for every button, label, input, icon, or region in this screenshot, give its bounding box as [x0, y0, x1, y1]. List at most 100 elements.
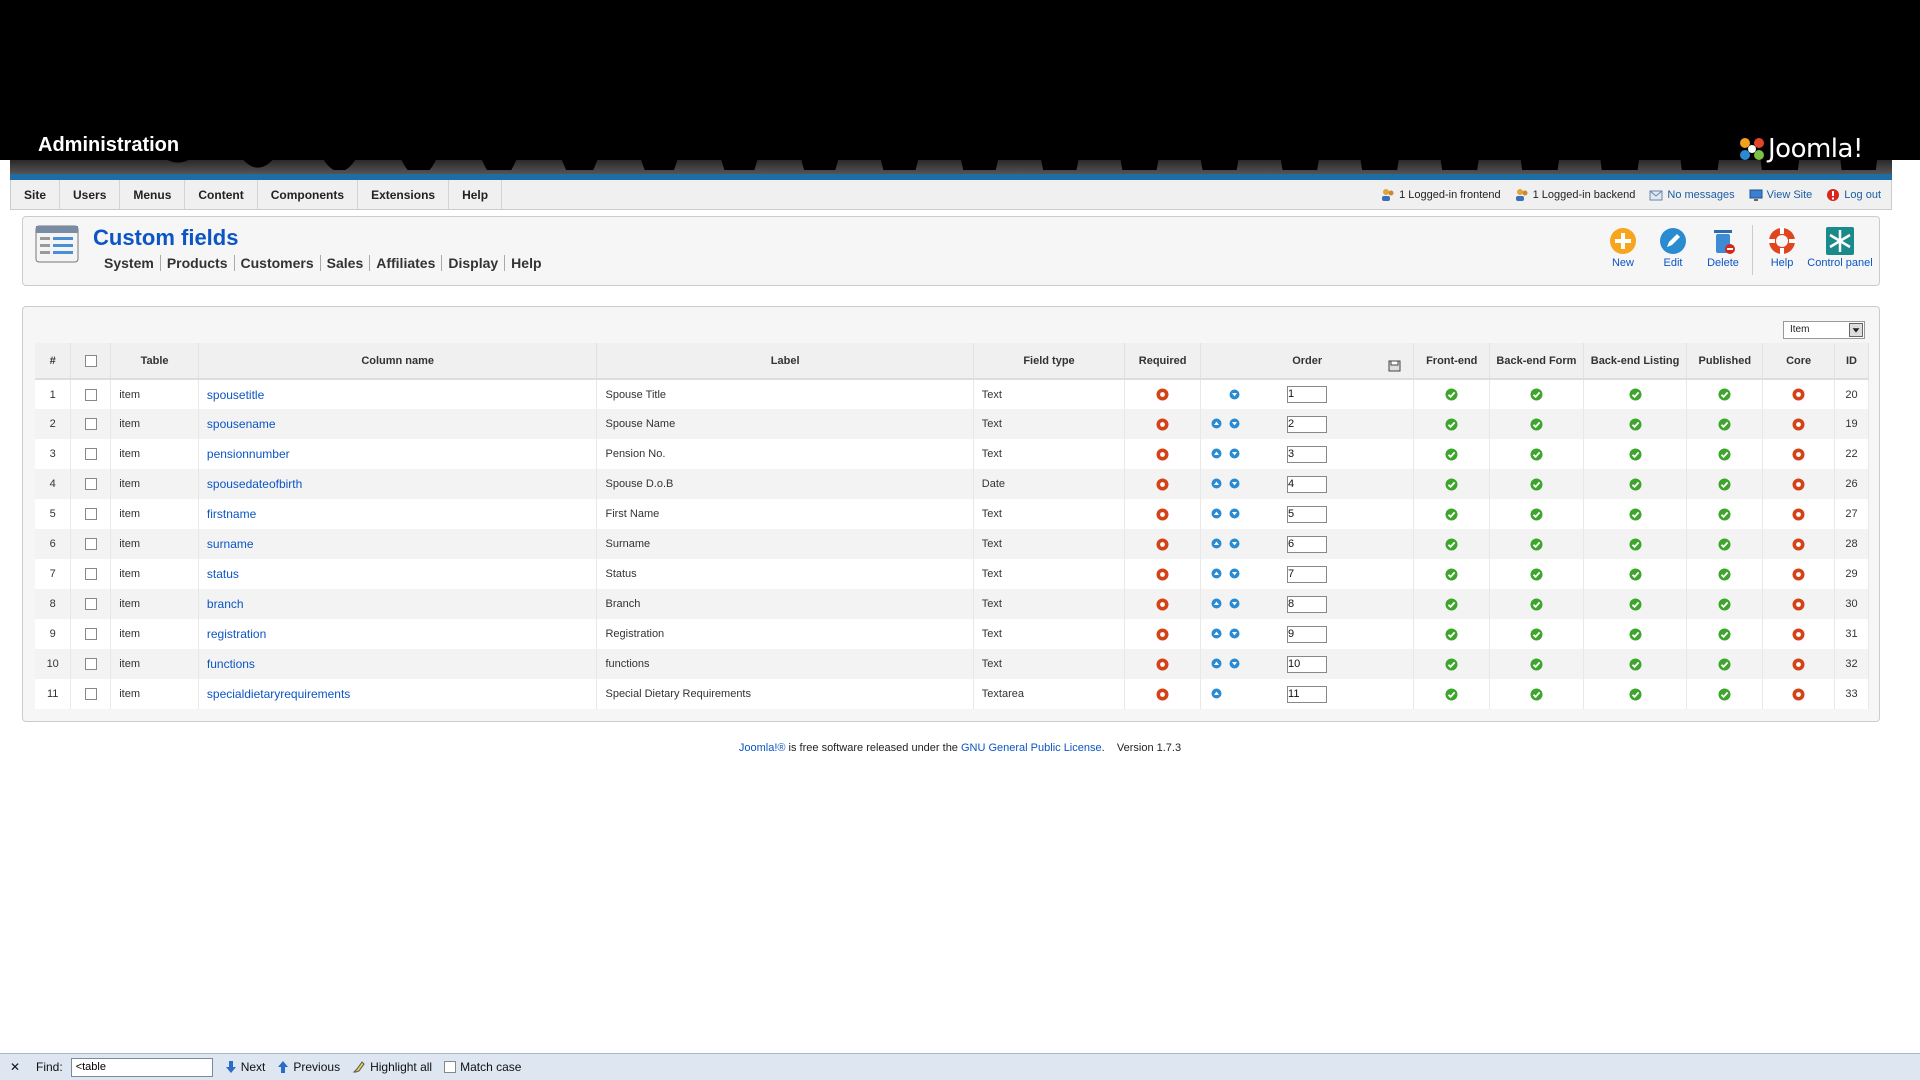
disabled-icon[interactable] [1156, 538, 1169, 551]
check-icon[interactable] [1718, 658, 1731, 671]
move-down-icon[interactable] [1229, 598, 1240, 609]
move-down-icon[interactable] [1229, 478, 1240, 489]
check-icon[interactable] [1445, 388, 1458, 401]
order-input[interactable]: 5 [1287, 505, 1328, 523]
row-column-name-link[interactable]: surname [207, 537, 254, 551]
disabled-icon[interactable] [1156, 418, 1169, 431]
header-frontend[interactable]: Front-end [1413, 343, 1491, 380]
order-input[interactable]: 6 [1287, 535, 1328, 553]
menu-help[interactable]: Help [449, 180, 503, 209]
check-icon[interactable] [1718, 568, 1731, 581]
move-up-icon[interactable] [1211, 688, 1222, 699]
header-id[interactable]: ID [1834, 343, 1869, 380]
control-panel-button[interactable]: Control panel [1807, 225, 1873, 269]
check-icon[interactable] [1718, 448, 1731, 461]
find-next-button[interactable]: Next [225, 1060, 265, 1074]
help-button[interactable]: Help [1757, 225, 1807, 269]
row-checkbox[interactable] [84, 658, 97, 671]
check-icon[interactable] [1629, 568, 1642, 581]
move-down-icon[interactable] [1229, 628, 1240, 639]
move-up-icon[interactable] [1211, 658, 1222, 669]
move-up-icon[interactable] [1211, 628, 1222, 639]
header-label[interactable]: Label [596, 343, 974, 380]
check-icon[interactable] [1530, 508, 1543, 521]
joomla-link[interactable]: Joomla!® [739, 742, 786, 754]
check-icon[interactable] [1530, 478, 1543, 491]
submenu-help[interactable]: Help [505, 255, 547, 271]
move-up-icon[interactable] [1211, 568, 1222, 579]
check-icon[interactable] [1530, 388, 1543, 401]
disabled-icon[interactable] [1156, 628, 1169, 641]
order-input[interactable]: 7 [1287, 565, 1328, 583]
disabled-icon[interactable] [1792, 628, 1805, 641]
submenu-system[interactable]: System [98, 255, 161, 271]
check-icon[interactable] [1445, 598, 1458, 611]
check-icon[interactable] [1718, 628, 1731, 641]
check-icon[interactable] [1530, 658, 1543, 671]
check-icon[interactable] [1445, 508, 1458, 521]
menu-extensions[interactable]: Extensions [358, 180, 450, 209]
disabled-icon[interactable] [1792, 478, 1805, 491]
header-column-name[interactable]: Column name [198, 343, 598, 380]
move-up-icon[interactable] [1211, 448, 1222, 459]
select-all-checkbox[interactable] [84, 354, 97, 367]
check-icon[interactable] [1629, 688, 1642, 701]
check-icon[interactable] [1445, 688, 1458, 701]
move-down-icon[interactable] [1229, 389, 1240, 400]
menu-content[interactable]: Content [185, 180, 258, 209]
new-button[interactable]: New [1598, 225, 1648, 269]
row-checkbox[interactable] [84, 628, 97, 641]
header-table[interactable]: Table [110, 343, 199, 380]
table-filter-select[interactable]: Item [1783, 321, 1865, 339]
find-previous-button[interactable]: Previous [277, 1060, 340, 1074]
status-messages[interactable]: No messages [1649, 188, 1735, 202]
move-down-icon[interactable] [1229, 538, 1240, 549]
check-icon[interactable] [1530, 538, 1543, 551]
check-icon[interactable] [1629, 598, 1642, 611]
row-column-name-link[interactable]: pensionnumber [207, 447, 290, 461]
check-icon[interactable] [1530, 448, 1543, 461]
check-icon[interactable] [1629, 508, 1642, 521]
check-icon[interactable] [1445, 448, 1458, 461]
disabled-icon[interactable] [1792, 568, 1805, 581]
order-input[interactable]: 2 [1287, 415, 1328, 433]
menu-menus[interactable]: Menus [120, 180, 186, 209]
check-icon[interactable] [1445, 538, 1458, 551]
row-column-name-link[interactable]: spousetitle [207, 388, 264, 402]
order-input[interactable]: 4 [1287, 475, 1328, 493]
move-up-icon[interactable] [1211, 508, 1222, 519]
row-checkbox[interactable] [84, 598, 97, 611]
check-icon[interactable] [1530, 628, 1543, 641]
menu-components[interactable]: Components [258, 180, 359, 209]
check-icon[interactable] [1718, 688, 1731, 701]
check-icon[interactable] [1445, 418, 1458, 431]
disabled-icon[interactable] [1792, 538, 1805, 551]
disabled-icon[interactable] [1792, 388, 1805, 401]
move-up-icon[interactable] [1211, 598, 1222, 609]
check-icon[interactable] [1718, 418, 1731, 431]
move-up-icon[interactable] [1211, 418, 1222, 429]
row-column-name-link[interactable]: firstname [207, 507, 256, 521]
disabled-icon[interactable] [1792, 658, 1805, 671]
save-order-icon[interactable] [1388, 359, 1401, 372]
check-icon[interactable] [1629, 538, 1642, 551]
highlight-all-button[interactable]: Highlight all [352, 1060, 432, 1074]
order-input[interactable]: 9 [1287, 625, 1328, 643]
row-column-name-link[interactable]: registration [207, 627, 266, 641]
order-input[interactable]: 11 [1287, 685, 1328, 703]
check-icon[interactable] [1445, 628, 1458, 641]
move-down-icon[interactable] [1229, 568, 1240, 579]
move-up-icon[interactable] [1211, 538, 1222, 549]
row-checkbox[interactable] [84, 508, 97, 521]
disabled-icon[interactable] [1792, 688, 1805, 701]
disabled-icon[interactable] [1792, 598, 1805, 611]
move-up-icon[interactable] [1211, 478, 1222, 489]
check-icon[interactable] [1718, 508, 1731, 521]
row-checkbox[interactable] [84, 388, 97, 401]
header-backend-listing[interactable]: Back-end Listing [1583, 343, 1688, 380]
check-icon[interactable] [1718, 538, 1731, 551]
order-input[interactable]: 3 [1287, 445, 1328, 463]
submenu-customers[interactable]: Customers [235, 255, 321, 271]
logout-link[interactable]: Log out [1826, 188, 1881, 202]
joomla-logo[interactable]: Joomla! [1738, 134, 1863, 164]
